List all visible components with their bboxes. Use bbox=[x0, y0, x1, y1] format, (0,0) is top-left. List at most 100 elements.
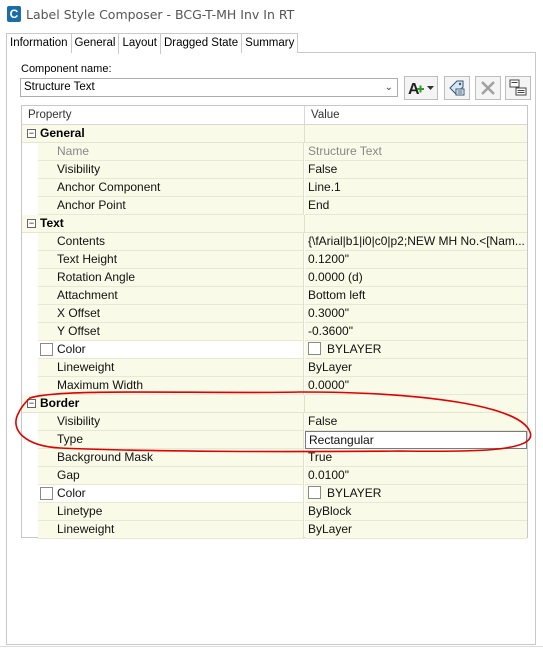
property-row[interactable]: Rotation Angle 0.0000 (d) bbox=[22, 269, 527, 287]
property-row[interactable]: Anchor Point End bbox=[22, 197, 527, 215]
property-value[interactable]: 0.3000" bbox=[305, 305, 527, 323]
property-row[interactable]: Lineweight ByLayer bbox=[22, 521, 527, 539]
property-name: Color bbox=[38, 485, 304, 503]
property-row[interactable]: Visibility False bbox=[22, 161, 527, 179]
section-title: General bbox=[40, 126, 85, 140]
property-row[interactable]: Background Mask True bbox=[22, 449, 527, 467]
collapse-icon[interactable]: − bbox=[27, 219, 36, 228]
app-icon: C bbox=[7, 6, 21, 22]
component-name-select[interactable]: Structure Text ⌄ bbox=[20, 78, 398, 97]
property-row[interactable]: Visibility False bbox=[22, 413, 527, 431]
section-header-text[interactable]: − Text bbox=[22, 215, 527, 233]
component-draw-order-icon bbox=[508, 78, 528, 98]
tab-layout[interactable]: Layout bbox=[118, 33, 161, 54]
property-name: Visibility bbox=[38, 161, 304, 179]
section-title: Text bbox=[40, 216, 64, 230]
property-name: Anchor Component bbox=[38, 179, 304, 197]
section-header-border[interactable]: − Border bbox=[22, 395, 527, 413]
property-name: Lineweight bbox=[38, 359, 304, 377]
property-name: Attachment bbox=[38, 287, 304, 305]
property-row[interactable]: Lineweight ByLayer bbox=[22, 359, 527, 377]
color-value-text: BYLAYER bbox=[327, 342, 382, 356]
property-value[interactable]: ByBlock bbox=[305, 503, 527, 521]
component-draw-order-button[interactable] bbox=[505, 76, 531, 100]
property-value[interactable]: BYLAYER bbox=[305, 485, 527, 503]
property-row[interactable]: Linetype ByBlock bbox=[22, 503, 527, 521]
add-component-icon: A bbox=[406, 78, 436, 98]
property-row[interactable]: Contents {\fArial|b1|i0|c0|p2;NEW MH No.… bbox=[22, 233, 527, 251]
component-name-value: Structure Text bbox=[24, 81, 95, 93]
collapse-icon[interactable]: − bbox=[27, 129, 36, 138]
add-component-button[interactable]: A bbox=[404, 76, 438, 100]
property-value[interactable]: Structure Text bbox=[305, 143, 527, 161]
property-name: Maximum Width bbox=[38, 377, 304, 395]
property-row[interactable]: Name Structure Text bbox=[22, 143, 527, 161]
property-name: Background Mask bbox=[38, 449, 304, 467]
property-value[interactable]: 0.0000" bbox=[305, 377, 527, 395]
property-value[interactable]: Bottom left bbox=[305, 287, 527, 305]
property-value[interactable]: False bbox=[305, 413, 527, 431]
title-bar: C Label Style Composer - BCG-T-MH Inv In… bbox=[0, 0, 543, 30]
property-name: Gap bbox=[38, 467, 304, 485]
tab-information[interactable]: Information bbox=[6, 33, 72, 53]
property-value[interactable]: {\fArial|b1|i0|c0|p2;NEW MH No.<[Nam... bbox=[305, 233, 527, 251]
property-row[interactable]: Maximum Width 0.0000" bbox=[22, 377, 527, 395]
color-swatch-icon bbox=[308, 342, 321, 355]
property-grid: Property Value − General Name Structure … bbox=[21, 105, 528, 539]
column-divider bbox=[304, 215, 305, 233]
copy-component-button[interactable] bbox=[444, 76, 470, 100]
property-value[interactable]: Rectangular bbox=[305, 431, 527, 449]
tab-general[interactable]: General bbox=[70, 33, 120, 53]
collapse-icon[interactable]: − bbox=[27, 399, 36, 408]
property-row[interactable]: Color BYLAYER bbox=[22, 485, 527, 503]
window-bottom-edge bbox=[0, 646, 543, 647]
property-row[interactable]: Gap 0.0100" bbox=[22, 467, 527, 485]
property-row-selected[interactable]: Type Rectangular bbox=[22, 431, 527, 449]
tab-dragged-state[interactable]: Dragged State bbox=[159, 33, 243, 53]
property-row[interactable]: Color BYLAYER bbox=[22, 341, 527, 359]
property-name: Linetype bbox=[38, 503, 304, 521]
property-row[interactable]: Text Height 0.1200" bbox=[22, 251, 527, 269]
property-name: Anchor Point bbox=[38, 197, 304, 215]
color-swatch-icon bbox=[308, 486, 321, 499]
tab-summary[interactable]: Summary bbox=[241, 33, 299, 53]
property-name: Y Offset bbox=[38, 323, 304, 341]
chevron-down-icon: ⌄ bbox=[384, 82, 393, 93]
value-column-header[interactable]: Value bbox=[305, 106, 527, 125]
section-title: Border bbox=[40, 396, 80, 410]
property-value[interactable]: -0.3600" bbox=[305, 323, 527, 341]
copy-component-icon bbox=[447, 78, 467, 98]
property-value[interactable]: 0.1200" bbox=[305, 251, 527, 269]
section-header-general[interactable]: − General bbox=[22, 125, 527, 143]
column-divider bbox=[304, 125, 305, 143]
property-name: X Offset bbox=[38, 305, 304, 323]
grid-header: Property Value bbox=[22, 106, 527, 125]
property-row[interactable]: Attachment Bottom left bbox=[22, 287, 527, 305]
section-border: − Border bbox=[22, 395, 527, 413]
property-name: Contents bbox=[38, 233, 304, 251]
property-value[interactable]: False bbox=[305, 161, 527, 179]
tab-strip: Information General Layout Dragged State… bbox=[6, 33, 536, 54]
property-value[interactable]: ByLayer bbox=[305, 359, 527, 377]
component-name-label: Component name: bbox=[21, 63, 112, 75]
property-name: Rotation Angle bbox=[38, 269, 304, 287]
property-value[interactable]: True bbox=[305, 449, 527, 467]
property-name: Color bbox=[38, 341, 304, 359]
property-column-header[interactable]: Property bbox=[22, 106, 305, 125]
delete-component-icon bbox=[478, 78, 498, 98]
delete-component-button[interactable] bbox=[475, 76, 501, 100]
property-row[interactable]: X Offset 0.3000" bbox=[22, 305, 527, 323]
property-name: Text Height bbox=[38, 251, 304, 269]
window-title: Label Style Composer - BCG-T-MH Inv In R… bbox=[26, 7, 295, 22]
property-name: Name bbox=[38, 143, 304, 161]
column-divider bbox=[304, 395, 305, 413]
property-value[interactable]: 0.0000 (d) bbox=[305, 269, 527, 287]
property-value[interactable]: BYLAYER bbox=[305, 341, 527, 359]
property-value[interactable]: Line.1 bbox=[305, 179, 527, 197]
property-name: Visibility bbox=[38, 413, 304, 431]
property-value[interactable]: End bbox=[305, 197, 527, 215]
property-row[interactable]: Y Offset -0.3600" bbox=[22, 323, 527, 341]
property-value[interactable]: ByLayer bbox=[305, 521, 527, 539]
property-row[interactable]: Anchor Component Line.1 bbox=[22, 179, 527, 197]
property-value[interactable]: 0.0100" bbox=[305, 467, 527, 485]
